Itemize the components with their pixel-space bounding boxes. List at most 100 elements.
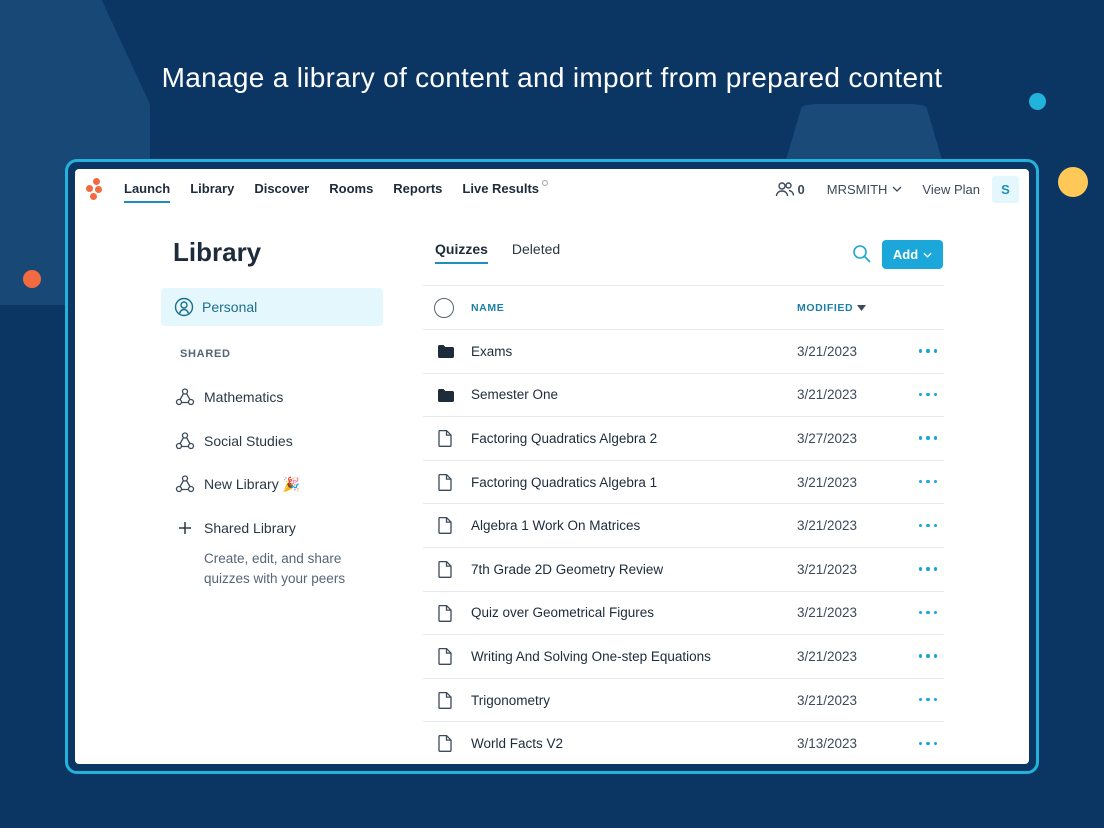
username: MRSMITH [826, 181, 888, 197]
more-options-icon[interactable] [919, 475, 937, 489]
shared-library-icon [175, 388, 195, 406]
nav-launch[interactable]: Launch [124, 169, 171, 209]
tab-quizzes[interactable]: Quizzes [435, 241, 488, 264]
document-icon [438, 735, 452, 757]
more-options-icon[interactable] [919, 518, 937, 532]
headline: Manage a library of content and import f… [161, 62, 943, 93]
row-modified: 3/13/2023 [797, 736, 858, 752]
select-all-checkbox[interactable] [434, 298, 454, 318]
table-row[interactable]: Trigonometry 3/21/2023 [423, 679, 944, 723]
row-name: Trigonometry [471, 692, 551, 708]
row-modified: 3/21/2023 [797, 343, 858, 359]
document-icon [438, 473, 452, 496]
plus-icon [179, 522, 191, 534]
row-modified: 3/21/2023 [797, 474, 858, 490]
row-modified: 3/21/2023 [797, 605, 858, 621]
content-tabs: Quizzes Deleted [435, 241, 584, 264]
chevron-down-icon [923, 252, 932, 258]
sidebar-item-label: Personal [202, 299, 258, 315]
row-name: Algebra 1 Work On Matrices [471, 518, 641, 534]
table-body: Exams 3/21/2023 Semester One 3/21/2023 Facto… [423, 330, 944, 764]
sidebar-item-label: Mathematics [204, 389, 284, 405]
row-name: Factoring Quadratics Algebra 2 [471, 430, 658, 446]
sidebar-item-personal[interactable]: Personal [161, 288, 383, 326]
avatar[interactable]: S [992, 175, 1019, 203]
row-modified: 3/21/2023 [797, 561, 858, 577]
view-plan-link[interactable]: View Plan [922, 182, 980, 197]
table-row[interactable]: World Facts V2 3/13/2023 [423, 722, 944, 764]
user-menu[interactable]: MRSMITH [827, 182, 903, 197]
row-name: Quiz over Geometrical Figures [471, 605, 655, 621]
document-icon [438, 560, 452, 583]
tab-deleted[interactable]: Deleted [512, 241, 560, 264]
more-options-icon[interactable] [919, 693, 937, 707]
document-icon [438, 604, 452, 627]
search-icon[interactable] [852, 244, 872, 264]
more-options-icon[interactable] [919, 388, 937, 402]
app-logo-icon[interactable] [85, 178, 105, 200]
more-options-icon[interactable] [919, 736, 937, 750]
nav-right: 0 MRSMITH View Plan S [775, 169, 1019, 209]
row-name: Exams [471, 343, 513, 359]
more-options-icon[interactable] [919, 431, 937, 445]
table-row[interactable]: Writing And Solving One-step Equations 3/… [423, 635, 944, 679]
folder-icon [438, 345, 454, 363]
table-header: NAME MODIFIED [423, 286, 944, 330]
row-modified: 3/21/2023 [797, 648, 858, 664]
sidebar-item-new-library[interactable]: New Library 🎉 [175, 472, 300, 496]
sidebar-item-mathematics[interactable]: Mathematics [175, 385, 283, 409]
more-options-icon[interactable] [919, 344, 937, 358]
nav-discover[interactable]: Discover [254, 169, 309, 209]
row-modified: 3/27/2023 [797, 430, 858, 446]
students-count: 0 [797, 181, 805, 197]
row-modified: 3/21/2023 [797, 518, 858, 534]
shared-heading: SHARED [180, 348, 231, 360]
personal-library-icon [174, 297, 194, 317]
add-shared-library-button[interactable]: Shared Library [175, 516, 296, 540]
document-icon [438, 691, 452, 714]
shared-library-icon [175, 432, 195, 450]
nav-reports[interactable]: Reports [393, 169, 442, 209]
shared-library-icon [175, 475, 195, 493]
students-counter[interactable]: 0 [775, 181, 805, 197]
add-shared-library-label: Shared Library [204, 520, 296, 536]
people-icon [775, 182, 794, 197]
table-row[interactable]: Quiz over Geometrical Figures 3/21/2023 [423, 592, 944, 636]
page-title: Library [173, 237, 262, 267]
table-row[interactable]: Factoring Quadratics Algebra 2 3/27/2023 [423, 417, 944, 461]
nav-library[interactable]: Library [190, 169, 234, 209]
decorative-dot [1058, 167, 1088, 197]
table-row[interactable]: Semester One 3/21/2023 [423, 374, 944, 418]
more-options-icon[interactable] [919, 606, 937, 620]
table-row[interactable]: Exams 3/21/2023 [423, 330, 944, 374]
table-row[interactable]: Factoring Quadratics Algebra 1 3/21/2023 [423, 461, 944, 505]
document-icon [438, 648, 452, 670]
table-row[interactable]: Algebra 1 Work On Matrices 3/21/2023 [423, 504, 944, 548]
sidebar-item-label: New Library 🎉 [204, 475, 301, 492]
row-name: Factoring Quadratics Algebra 1 [471, 474, 658, 490]
decorative-dot [23, 270, 41, 288]
nav-links: Launch Library Discover Rooms Reports Li… [124, 169, 559, 209]
row-name: Semester One [471, 387, 559, 403]
nav-live-results[interactable]: Live Results [462, 169, 549, 209]
row-modified: 3/21/2023 [797, 692, 858, 708]
more-options-icon[interactable] [919, 649, 937, 663]
more-options-icon[interactable] [919, 562, 937, 576]
add-button[interactable]: Add [882, 240, 943, 269]
sidebar-item-label: Social Studies [204, 433, 293, 449]
quiz-table: NAME MODIFIED Exams 3/21/2023 Semester One… [423, 285, 944, 764]
table-row[interactable]: 7th Grade 2D Geometry Review 3/21/2023 [423, 548, 944, 592]
column-header-modified[interactable]: MODIFIED [797, 302, 867, 314]
folder-icon [438, 388, 454, 407]
document-icon [438, 517, 452, 539]
app-window: Launch Library Discover Rooms Reports Li… [75, 169, 1029, 764]
sidebar-item-social-studies[interactable]: Social Studies [175, 429, 293, 453]
row-name: 7th Grade 2D Geometry Review [471, 561, 664, 577]
top-nav: Launch Library Discover Rooms Reports Li… [75, 169, 1029, 209]
live-status-icon [542, 180, 549, 186]
nav-rooms[interactable]: Rooms [329, 169, 373, 209]
row-name: World Facts V2 [471, 736, 564, 752]
row-name: Writing And Solving One-step Equations [471, 648, 711, 664]
column-header-name[interactable]: NAME [471, 302, 504, 314]
sort-desc-icon [857, 304, 867, 311]
